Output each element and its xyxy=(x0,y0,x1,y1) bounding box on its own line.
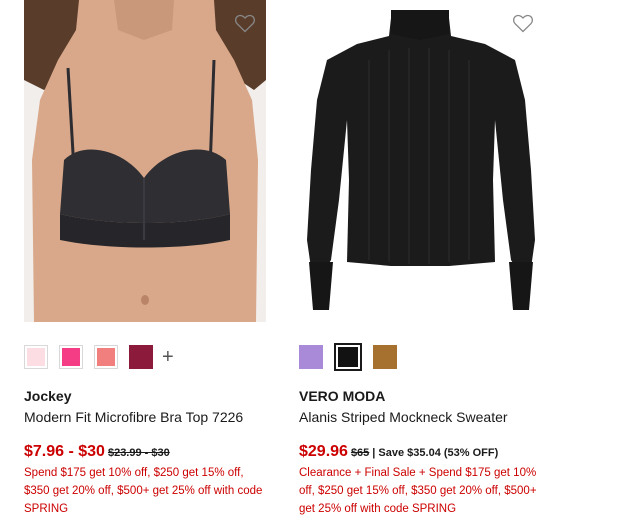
color-swatch-burgundy[interactable] xyxy=(129,345,153,369)
product-name[interactable]: Alanis Striped Mockneck Sweater xyxy=(299,409,508,425)
wishlist-heart-icon[interactable] xyxy=(233,11,257,35)
wishlist-heart-icon[interactable] xyxy=(511,11,535,35)
price-row: $29.96 $65 | Save $35.04 (53% OFF) xyxy=(299,443,498,461)
color-swatches: + xyxy=(24,343,174,371)
color-swatch-light-pink[interactable] xyxy=(24,345,48,369)
swatch-fill xyxy=(338,347,358,367)
product-brand: Jockey xyxy=(24,388,72,404)
product-card[interactable]: + Jockey Modern Fit Microfibre Bra Top 7… xyxy=(24,0,266,515)
product-card[interactable]: VERO MODA Alanis Striped Mockneck Sweate… xyxy=(299,0,541,515)
savings-text: | Save $35.04 (53% OFF) xyxy=(372,447,499,459)
product-brand: VERO MODA xyxy=(299,388,386,404)
product-name[interactable]: Modern Fit Microfibre Bra Top 7226 xyxy=(24,409,243,425)
swatch-fill xyxy=(373,345,397,369)
promo-text: Spend $175 get 10% off, $250 get 15% off… xyxy=(24,467,263,515)
color-swatch-camel[interactable] xyxy=(373,345,397,369)
original-price: $65 xyxy=(350,447,370,459)
color-swatches xyxy=(299,343,408,371)
color-swatch-black-selected[interactable] xyxy=(334,343,362,371)
swatch-fill xyxy=(27,348,45,366)
original-price: $23.99 - $30 xyxy=(107,447,170,459)
swatch-fill xyxy=(129,345,153,369)
color-swatch-lavender[interactable] xyxy=(299,345,323,369)
sale-price: $29.96 xyxy=(299,443,348,460)
product-image-bra-top[interactable] xyxy=(24,0,266,322)
more-colors-plus-icon[interactable]: + xyxy=(162,347,174,367)
sale-price: $7.96 - $30 xyxy=(24,443,105,460)
swatch-fill xyxy=(62,348,80,366)
promo-text: Clearance + Final Sale + Spend $175 get … xyxy=(299,467,537,515)
swatch-fill xyxy=(299,345,323,369)
bra-top-photo xyxy=(24,0,266,322)
price-row: $7.96 - $30 $23.99 - $30 xyxy=(24,443,170,461)
color-swatch-coral[interactable] xyxy=(94,345,118,369)
color-swatch-hot-pink[interactable] xyxy=(59,345,83,369)
swatch-fill xyxy=(97,348,115,366)
product-image-sweater[interactable] xyxy=(299,0,541,322)
sweater-photo xyxy=(299,0,541,322)
